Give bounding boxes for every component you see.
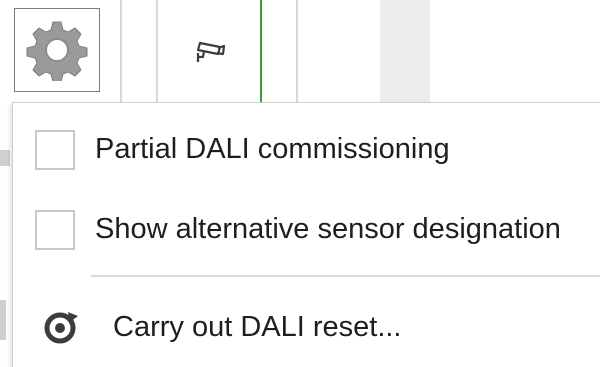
partial-commissioning-checkbox[interactable]	[35, 130, 75, 170]
camera-icon	[196, 41, 226, 62]
menu-item-partial-dali-commissioning[interactable]: Partial DALI commissioning	[13, 115, 600, 185]
toolbar-divider	[296, 0, 298, 104]
toolbar-divider	[120, 0, 122, 104]
menu-item-label: Partial DALI commissioning	[95, 133, 450, 165]
menu-item-label: Show alternative sensor designation	[95, 213, 561, 245]
menu-item-label: Carry out DALI reset...	[113, 311, 402, 343]
menu-separator	[91, 275, 600, 277]
toolbar-panel	[380, 0, 430, 104]
reset-icon	[44, 312, 78, 344]
menu-item-carry-out-dali-reset[interactable]: Carry out DALI reset...	[13, 293, 600, 363]
background-fragment	[0, 300, 6, 340]
background-fragment	[0, 150, 10, 166]
settings-button[interactable]	[14, 8, 100, 92]
accent-line	[260, 0, 262, 104]
gear-icon	[26, 21, 88, 81]
camera-button[interactable]	[158, 0, 264, 104]
settings-dropdown-menu: Partial DALI commissioning Show alternat…	[12, 102, 600, 367]
alternative-designation-checkbox[interactable]	[35, 210, 75, 250]
menu-item-show-alternative-sensor-designation[interactable]: Show alternative sensor designation	[13, 195, 600, 265]
